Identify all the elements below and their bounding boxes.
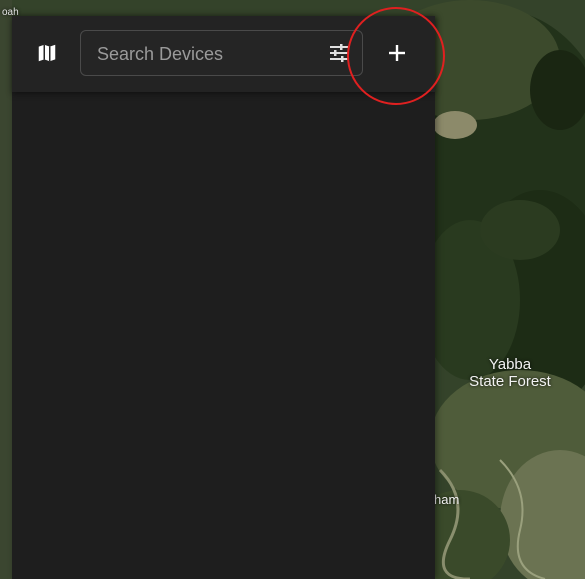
map-label-forest: Yabba State Forest bbox=[469, 356, 551, 390]
plus-icon bbox=[389, 45, 405, 61]
panel-toolbar bbox=[12, 16, 435, 92]
devices-panel bbox=[12, 16, 435, 579]
map-label-place: ham bbox=[434, 492, 460, 507]
search-input[interactable] bbox=[95, 31, 319, 77]
tune-icon bbox=[330, 44, 348, 62]
map-view-button[interactable] bbox=[34, 40, 60, 66]
map-icon bbox=[38, 44, 56, 62]
add-device-button[interactable] bbox=[382, 38, 412, 68]
filter-button[interactable] bbox=[328, 42, 350, 64]
search-box bbox=[80, 30, 363, 77]
